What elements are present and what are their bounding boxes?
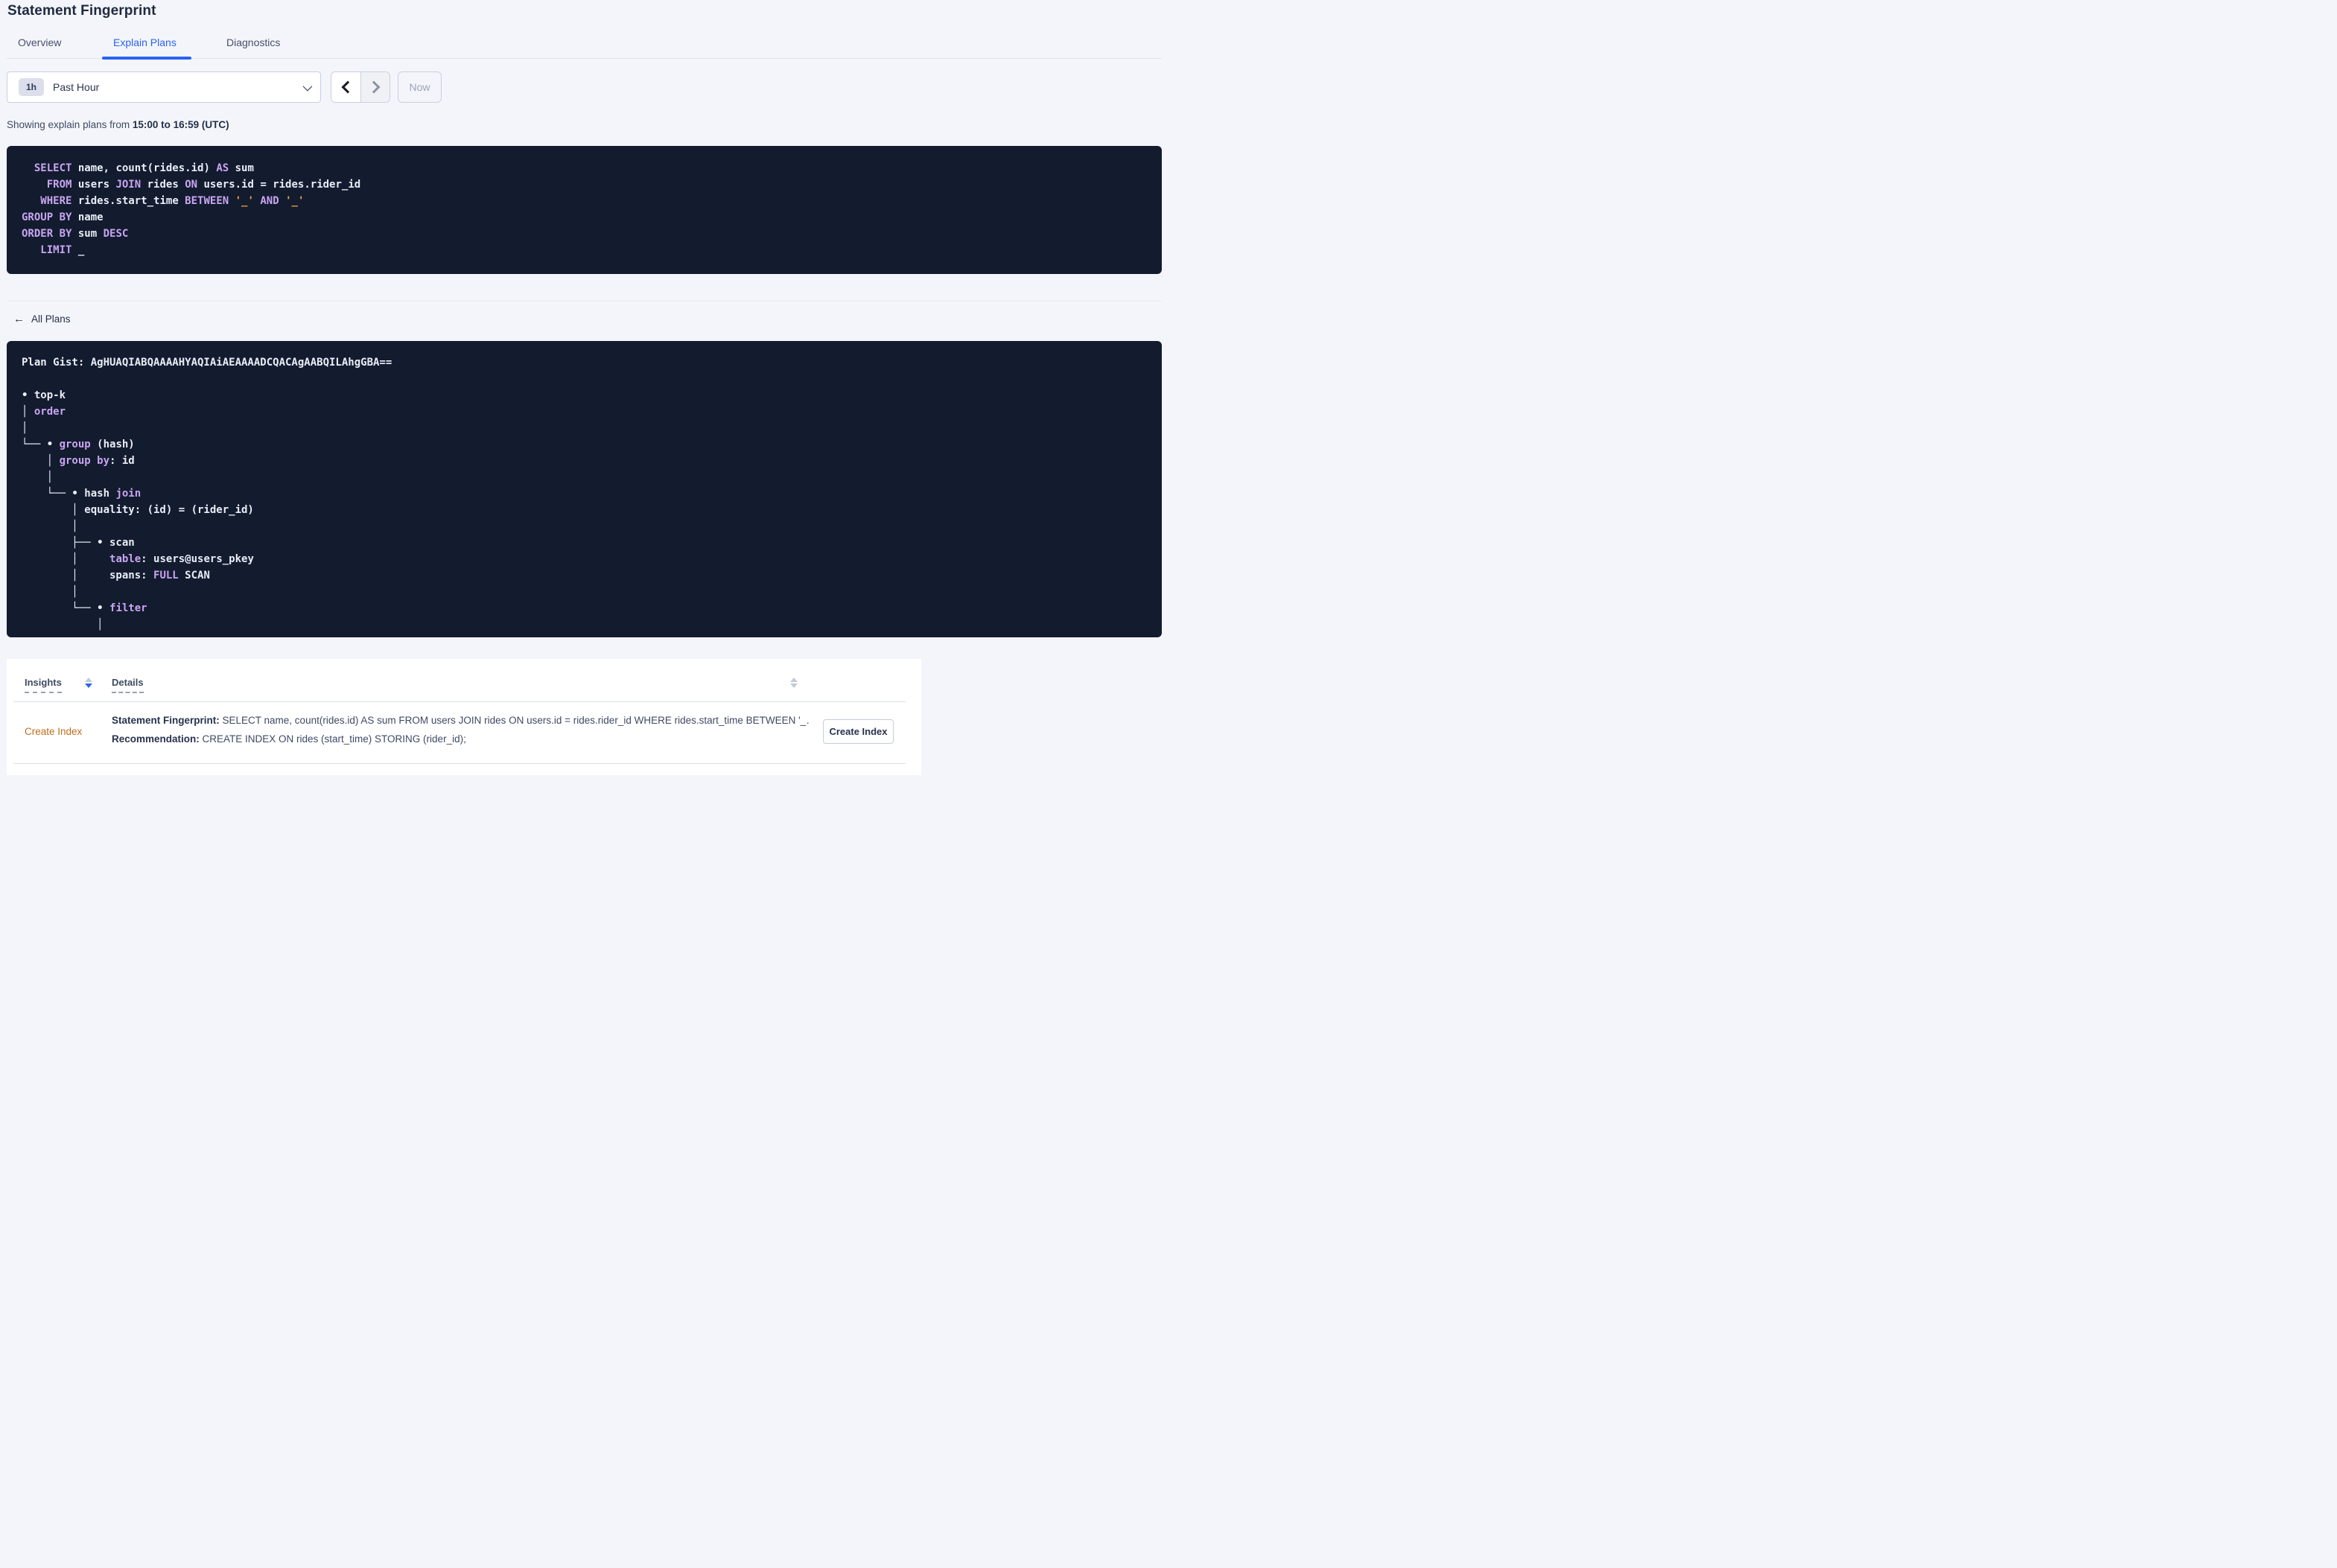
statement-fingerprint-detail: Statement Fingerprint: SELECT name, coun… <box>112 715 810 726</box>
tab-diagnostics[interactable]: Diagnostics <box>226 36 280 48</box>
time-step-buttons <box>331 71 390 103</box>
chevron-right-icon <box>367 80 381 94</box>
previous-interval-button[interactable] <box>331 72 360 102</box>
table-header-divider <box>13 701 906 702</box>
section-divider <box>7 301 1162 302</box>
insights-table-card: Insights Details Create Index Statement … <box>7 659 921 775</box>
sort-down-triangle <box>85 683 92 688</box>
sql-statement-text: SELECT name, count(rides.id) AS sum FROM… <box>22 162 361 256</box>
sql-statement-panel: SELECT name, count(rides.id) AS sum FROM… <box>7 146 1162 274</box>
time-range-label: Past Hour <box>53 81 100 93</box>
active-tab-indicator <box>102 57 191 60</box>
sort-icon-details[interactable] <box>790 678 798 688</box>
all-plans-back-link[interactable]: ← All Plans <box>13 313 71 325</box>
column-header-details[interactable]: Details <box>112 677 144 693</box>
recommendation-detail: Recommendation: CREATE INDEX ON rides (s… <box>112 733 466 745</box>
create-index-link[interactable]: Create Index <box>25 726 82 737</box>
page-title: Statement Fingerprint <box>7 3 156 19</box>
plan-gist-panel: Plan Gist: AgHUAQIABQAAAAHYAQIAiAEAAAADC… <box>7 341 1162 637</box>
create-index-button[interactable]: Create Index <box>823 719 894 744</box>
tab-explain-plans[interactable]: Explain Plans <box>113 36 177 48</box>
plan-tree-text: Plan Gist: AgHUAQIABQAAAAHYAQIAiAEAAAADC… <box>22 357 392 631</box>
tab-bar: Overview Explain Plans Diagnostics <box>7 30 1162 60</box>
time-range-dropdown[interactable]: 1h Past Hour <box>7 71 321 103</box>
now-button[interactable]: Now <box>398 71 442 103</box>
sort-up-triangle <box>85 678 92 682</box>
tab-overview[interactable]: Overview <box>18 36 61 48</box>
next-interval-button[interactable] <box>360 72 390 102</box>
chevron-down-icon <box>302 81 313 91</box>
time-range-caption: Showing explain plans from 15:00 to 16:5… <box>7 119 229 130</box>
column-header-insights[interactable]: Insights <box>25 677 62 693</box>
time-range-badge: 1h <box>19 78 45 96</box>
all-plans-label: All Plans <box>31 313 71 325</box>
caption-range: 15:00 to 16:59 (UTC) <box>132 119 229 130</box>
sort-up-triangle <box>790 678 798 682</box>
time-controls: 1h Past Hour Now <box>7 71 442 103</box>
sort-down-triangle <box>790 683 798 688</box>
caption-prefix: Showing explain plans from <box>7 119 133 130</box>
arrow-left-icon: ← <box>13 313 25 325</box>
chevron-left-icon <box>341 80 354 94</box>
sort-icon-insights[interactable] <box>85 678 92 688</box>
table-row-divider <box>13 763 906 764</box>
